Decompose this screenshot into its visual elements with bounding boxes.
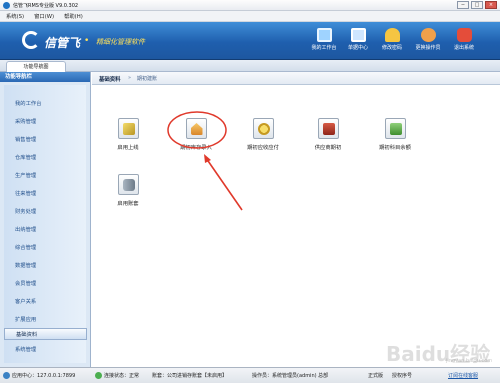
toolbar-label: 退出系统 bbox=[453, 45, 474, 51]
function-label: 启用账套 bbox=[117, 201, 139, 207]
breadcrumb-current: 期初建账 bbox=[137, 76, 158, 82]
tab-function-navigation[interactable]: 功能导航图 bbox=[6, 61, 66, 72]
coins-icon bbox=[252, 118, 274, 139]
database-icon bbox=[117, 174, 139, 195]
toolbar-password-button[interactable]: 修改密码 bbox=[372, 26, 412, 56]
sidebar-item-members[interactable]: 会员管理 bbox=[4, 278, 87, 290]
launch-icon bbox=[117, 118, 139, 139]
sidebar-item-sales[interactable]: 销售管理 bbox=[4, 134, 87, 146]
function-label: 期初科目余额 bbox=[379, 145, 411, 151]
function-label: 启用上线 bbox=[117, 145, 139, 151]
status-bar: 应用中心：127.0.0.1:7899 连接状态：正常 账套：公司进销存账套【未… bbox=[0, 367, 500, 383]
breadcrumb-separator: » bbox=[128, 75, 132, 81]
sidebar-item-extensions[interactable]: 扩展应用 bbox=[4, 314, 87, 326]
function-label: 期初应收应付 bbox=[247, 145, 279, 151]
box-icon bbox=[317, 118, 339, 139]
monitor-icon bbox=[316, 28, 332, 42]
sidebar-item-general[interactable]: 综合管理 bbox=[4, 242, 87, 254]
status-account: 账套：公司进销存账套【未启用】 bbox=[152, 373, 228, 379]
function-label: 期初库存录入 bbox=[180, 145, 212, 151]
toolbar-exit-button[interactable]: 退出系统 bbox=[444, 26, 484, 56]
sidebar-list: 我的工作台 采购管理 销售管理 仓库管理 生产管理 往来管理 财务处理 出纳管理… bbox=[4, 85, 87, 363]
status-online-link[interactable]: 订阅在线客服 bbox=[448, 372, 478, 379]
brand-logo-icon bbox=[22, 31, 40, 49]
sidebar: 功能导航栏 我的工作台 采购管理 销售管理 仓库管理 生产管理 往来管理 财务处… bbox=[0, 72, 91, 367]
watermark-url: jingyan.baidu.com bbox=[446, 358, 493, 364]
sidebar-item-cashier[interactable]: 出纳管理 bbox=[4, 224, 87, 236]
function-opening-receivables[interactable]: 期初应收应付 bbox=[239, 118, 287, 166]
window-controls: − □ × bbox=[457, 1, 497, 9]
sidebar-item-purchase[interactable]: 采购管理 bbox=[4, 116, 87, 128]
sidebar-item-accounts[interactable]: 往来管理 bbox=[4, 188, 87, 200]
window-title: 信管飞RMS专业版 V9.0.302 bbox=[13, 3, 79, 9]
sidebar-item-data[interactable]: 数据管理 bbox=[4, 260, 87, 272]
menu-help[interactable]: 帮助(H) bbox=[64, 12, 83, 20]
sidebar-item-basic-data[interactable]: 基础资料 bbox=[4, 328, 87, 340]
sidebar-title: 功能导航栏 bbox=[0, 72, 90, 82]
menu-window[interactable]: 窗口(W) bbox=[34, 12, 54, 20]
ledger-icon bbox=[384, 118, 406, 139]
toolbar-label: 修改密码 bbox=[381, 45, 402, 51]
status-license: 授权序号 bbox=[392, 373, 413, 379]
breadcrumb-section[interactable]: 基础资料 bbox=[99, 75, 121, 83]
warehouse-icon bbox=[185, 118, 207, 139]
annotation-overlay bbox=[167, 111, 243, 211]
function-go-live[interactable]: 启用上线 bbox=[104, 118, 152, 166]
main-content: 基础资料 » 期初建账 启用上线 期初库存录入 期初应收应付 供应商期初 期初科… bbox=[92, 72, 500, 367]
toolbar-switch-operator-button[interactable]: 更换操作员 bbox=[408, 26, 448, 56]
sidebar-item-workbench[interactable]: 我的工作台 bbox=[4, 98, 87, 110]
close-button[interactable]: × bbox=[485, 1, 497, 9]
maximize-button[interactable]: □ bbox=[471, 1, 483, 9]
breadcrumb: 基础资料 » 期初建账 bbox=[92, 72, 500, 85]
function-label: 供应商期初 bbox=[314, 145, 342, 151]
status-version: 正式版 bbox=[368, 373, 384, 379]
menu-system[interactable]: 系统(S) bbox=[6, 12, 24, 20]
brand-name: 信管飞 bbox=[44, 36, 81, 50]
function-opening-balance[interactable]: 期初科目余额 bbox=[371, 118, 419, 166]
brand-separator: • bbox=[84, 36, 90, 46]
status-operator: 操作员：系统管理员(admin) 总部 bbox=[252, 373, 329, 379]
function-supplier-opening[interactable]: 供应商期初 bbox=[304, 118, 352, 166]
status-connection: 连接状态：正常 bbox=[104, 373, 140, 379]
sidebar-item-production[interactable]: 生产管理 bbox=[4, 170, 87, 182]
menu-bar: 系统(S) 窗口(W) 帮助(H) bbox=[0, 11, 500, 22]
sidebar-item-system[interactable]: 系统管理 bbox=[4, 344, 87, 356]
sidebar-item-finance[interactable]: 财务处理 bbox=[4, 206, 87, 218]
app-logo-icon bbox=[3, 2, 10, 9]
title-bar: 信管飞RMS专业版 V9.0.302 − □ × bbox=[0, 0, 500, 11]
function-opening-inventory[interactable]: 期初库存录入 bbox=[172, 118, 220, 166]
server-icon bbox=[3, 372, 10, 379]
key-icon bbox=[384, 28, 400, 42]
user-icon bbox=[420, 28, 436, 42]
document-icon bbox=[350, 28, 366, 42]
header-banner: 信管飞 • 精细化管理软件 我的工作台 单据中心 修改密码 更换操作员 退出系统 bbox=[0, 22, 500, 60]
app-window: { "window": {"title": "信管飞RMS专业版 V9.0.30… bbox=[0, 0, 500, 383]
toolbar-label: 更换操作员 bbox=[415, 45, 441, 51]
sidebar-item-crm[interactable]: 客户关系 bbox=[4, 296, 87, 308]
sidebar-item-warehouse[interactable]: 仓库管理 bbox=[4, 152, 87, 164]
exit-icon bbox=[456, 28, 472, 42]
brand-slogan: 精细化管理软件 bbox=[96, 38, 145, 46]
minimize-button[interactable]: − bbox=[457, 1, 469, 9]
tab-strip: 功能导航图 bbox=[0, 60, 500, 72]
status-server: 应用中心：127.0.0.1:7899 bbox=[12, 373, 76, 379]
function-enable-account[interactable]: 启用账套 bbox=[104, 174, 152, 222]
connection-icon bbox=[95, 372, 102, 379]
